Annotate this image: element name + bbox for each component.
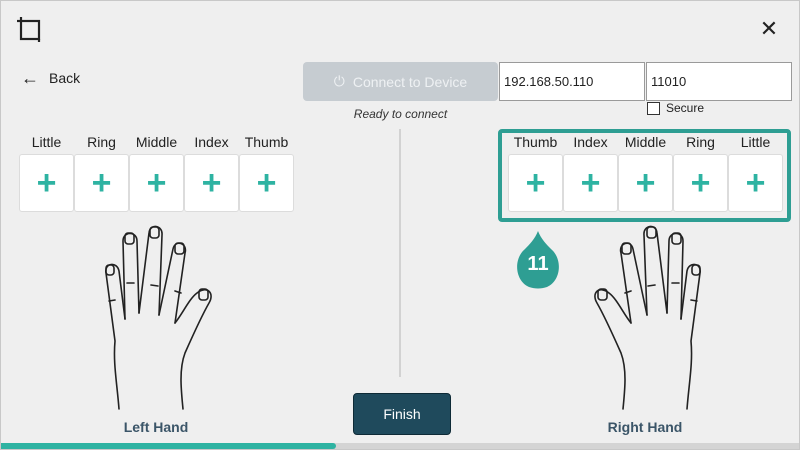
progress-fill [1, 443, 337, 449]
finger-label: Ring [87, 134, 116, 150]
secure-checkbox[interactable]: Secure [647, 101, 704, 115]
right-hand-caption: Right Hand [607, 419, 683, 435]
callout-number: 11 [527, 253, 549, 275]
finger-left-middle: Middle + [129, 134, 184, 212]
right-hand-highlight [498, 129, 791, 222]
power-icon: ⏻ [333, 73, 345, 89]
finger-label: Index [194, 134, 229, 150]
finger-left-index: Index + [184, 134, 239, 212]
connect-to-device-button[interactable]: ⏻ Connect to Device [303, 62, 498, 101]
vertical-divider [399, 129, 401, 377]
finger-label: Little [31, 134, 62, 150]
add-finger-button[interactable]: + [19, 154, 74, 212]
left-hand-illustration [105, 225, 212, 410]
checkbox-box[interactable] [647, 101, 660, 115]
add-finger-button[interactable]: + [184, 154, 239, 212]
plus-icon: + [146, 164, 167, 202]
add-finger-button[interactable]: + [239, 154, 294, 212]
left-hand-caption: Left Hand [123, 419, 189, 435]
connect-label: Connect to Device [352, 73, 468, 90]
close-icon[interactable]: ✕ [757, 17, 781, 41]
crop-square-icon [17, 17, 41, 42]
finger-label: Middle [135, 134, 178, 150]
plus-icon: + [91, 164, 112, 202]
enrollment-window: ✕ ← Back ⏻ Connect to Device Ready to co… [0, 0, 800, 450]
secure-label: Secure [666, 101, 705, 115]
finger-left-little: Little + [19, 134, 74, 212]
back-button[interactable]: ← Back [21, 69, 80, 87]
plus-icon: + [256, 164, 277, 202]
finger-left-thumb: Thumb + [239, 134, 294, 212]
back-label: Back [49, 70, 81, 86]
port-input[interactable] [646, 62, 792, 101]
left-hand-fingers: Little + Ring + Middle + Index + Thumb + [19, 134, 294, 212]
add-finger-button[interactable]: + [129, 154, 184, 212]
finger-label: Thumb [244, 134, 289, 150]
right-hand-illustration [594, 225, 701, 410]
finger-left-ring: Ring + [74, 134, 129, 212]
ip-address-input[interactable] [499, 62, 645, 101]
add-finger-button[interactable]: + [74, 154, 129, 212]
plus-icon: + [201, 164, 222, 202]
connection-status: Ready to connect [353, 107, 448, 121]
progress-bar [1, 443, 799, 449]
finish-button[interactable]: Finish [353, 393, 451, 435]
plus-icon: + [36, 164, 57, 202]
arrow-left-icon: ← [21, 68, 39, 88]
